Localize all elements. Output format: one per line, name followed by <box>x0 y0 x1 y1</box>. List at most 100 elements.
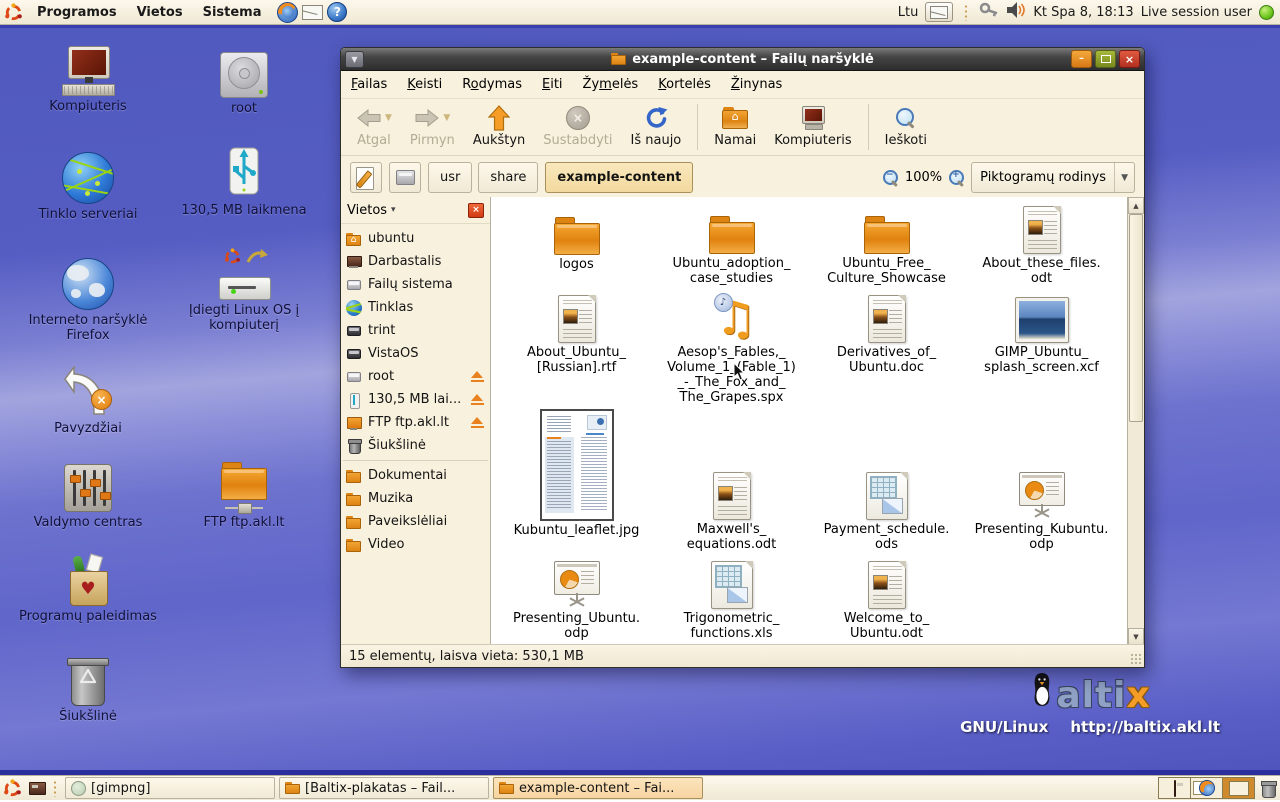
applet-handle[interactable] <box>963 3 969 21</box>
mail-indicator[interactable] <box>925 2 953 22</box>
file-item-welcome-to-ubuntu-odt[interactable]: Welcome_to_Ubuntu.odt <box>809 553 964 645</box>
show-desktop-button[interactable] <box>25 777 49 799</box>
desktop-icon-network-globe[interactable]: Tinklo serveriai <box>18 152 158 222</box>
desktop-icon-control-center[interactable]: Valdymo centras <box>18 460 158 530</box>
desktop-icon-app-bag[interactable]: ♥Programų paleidimas <box>18 554 158 624</box>
taskbar-task[interactable]: [Baltix-plakatas – Fail... <box>279 777 489 799</box>
toolbar-back-button[interactable]: ▼Atgal <box>347 102 401 152</box>
file-item-ubuntu-free-culture-showcase[interactable]: Ubuntu_Free_Culture_Showcase <box>809 197 964 287</box>
chevron-down-icon[interactable]: ▼ <box>443 113 450 123</box>
taskbar-task[interactable]: example-content – Fai... <box>493 777 703 799</box>
file-item-kubuntu-leaflet-jpg[interactable]: Kubuntu_leaflet.jpg <box>499 407 654 553</box>
desktop-icon-ftp-folder[interactable]: FTP ftp.akl.lt <box>174 460 314 530</box>
menu-eiti[interactable]: Eiti <box>542 77 563 92</box>
sidebar-item-vistaos[interactable]: VistaOS <box>341 342 490 365</box>
toolbar-computer-button[interactable]: Kompiuteris <box>765 102 860 152</box>
current-folder-button[interactable]: example-content <box>545 162 693 193</box>
file-item-logos[interactable]: logos <box>499 197 654 287</box>
desktop-icon-trash[interactable]: Šiukšlinė <box>18 654 158 724</box>
menu-rodymas[interactable]: Rodymas <box>462 77 522 92</box>
file-item-about-these-files-odt[interactable]: About_these_files.odt <box>964 197 1119 287</box>
sidebar-header[interactable]: Vietos ▾ × <box>341 197 490 224</box>
toolbar-stop-button[interactable]: ×Sustabdyti <box>534 102 621 152</box>
sidebar-item--iuk-lin-[interactable]: Šiukšlinė <box>341 434 490 457</box>
view-mode-dropdown[interactable]: Piktogramų rodinys ▼ <box>971 162 1135 193</box>
sidebar-item-130-5-mb-lai-[interactable]: 130,5 MB lai... <box>341 388 490 411</box>
menu-žymelės[interactable]: Žymelės <box>583 77 639 92</box>
taskbar-task[interactable]: [gimpng] <box>65 777 275 799</box>
path-button-share[interactable]: share <box>478 162 538 193</box>
sidebar-item-paveiksl-liai[interactable]: Paveikslėliai <box>341 510 490 533</box>
scroll-down-button[interactable]: ▼ <box>1128 628 1144 645</box>
sidebar-item-darbastalis[interactable]: Darbastalis <box>341 250 490 273</box>
resize-grip[interactable] <box>1130 653 1143 666</box>
sidebar-item-ftp-ftp-akl-lt[interactable]: FTP ftp.akl.lt <box>341 411 490 434</box>
desktop-icon-computer[interactable]: Kompiuteris <box>18 44 158 114</box>
sidebar-item-muzika[interactable]: Muzika <box>341 487 490 510</box>
panel-menu-vietos[interactable]: Vietos <box>127 0 193 24</box>
toolbar-home-button[interactable]: ⌂Namai <box>705 102 765 152</box>
eject-button[interactable] <box>470 394 485 405</box>
firefox-launcher-icon[interactable] <box>277 2 298 23</box>
toolbar-forward-button[interactable]: ▼Pirmyn <box>401 102 464 152</box>
menu-žinynas[interactable]: Žinynas <box>731 77 782 92</box>
file-item-payment-schedule-ods[interactable]: Payment_schedule.ods <box>809 407 964 553</box>
file-item-maxwell-s-equations-odt[interactable]: Maxwell's_equations.odt <box>654 407 809 553</box>
sidebar-item-root[interactable]: root <box>341 365 490 388</box>
desktop-icon-harddisk[interactable]: root <box>174 46 314 116</box>
file-item-gimp-ubuntu-splash-screen-xcf[interactable]: GIMP_Ubuntu_splash_screen.xcf <box>964 287 1119 407</box>
toggle-location-entry-button[interactable] <box>350 162 382 193</box>
chevron-down-icon[interactable]: ▼ <box>385 113 392 123</box>
trash-applet-icon[interactable] <box>1260 779 1276 797</box>
window-menu-button[interactable]: ▼ <box>345 51 364 68</box>
file-item-derivatives-of-ubuntu-doc[interactable]: Derivatives_of_Ubuntu.doc <box>809 287 964 407</box>
keyboard-layout-indicator[interactable]: Ltu <box>898 5 919 20</box>
sidebar-item-fail-sistema[interactable]: Failų sistema <box>341 273 490 296</box>
toolbar-search-button[interactable]: Ieškoti <box>876 102 936 152</box>
user-menu[interactable]: Live session user <box>1141 5 1252 20</box>
sidebar-item-trint[interactable]: trint <box>341 319 490 342</box>
applet-handle[interactable] <box>52 779 58 797</box>
mail-launcher-icon[interactable] <box>302 5 323 20</box>
zoom-in-icon[interactable]: + <box>948 169 965 186</box>
file-item-trigonometric-functions-xls[interactable]: Trigonometric_functions.xls <box>654 553 809 645</box>
menu-kortelės[interactable]: Kortelės <box>658 77 711 92</box>
volume-icon[interactable] <box>1006 1 1026 23</box>
sidebar-close-button[interactable]: × <box>468 203 484 218</box>
workspace-2[interactable] <box>1191 778 1223 798</box>
sidebar-item-tinklas[interactable]: Tinklas <box>341 296 490 319</box>
file-item-about-ubuntu-russian-rtf[interactable]: About_Ubuntu_[Russian].rtf <box>499 287 654 407</box>
workspace-1[interactable] <box>1159 778 1191 798</box>
scroll-up-button[interactable]: ▲ <box>1128 197 1144 214</box>
filesystem-root-button[interactable] <box>389 162 421 193</box>
minimize-button[interactable]: – <box>1071 50 1092 68</box>
toolbar-refresh-button[interactable]: Iš naujo <box>622 102 691 152</box>
key-icon[interactable] <box>979 1 999 23</box>
sidebar-item-video[interactable]: Video <box>341 533 490 556</box>
workspace-3-active[interactable] <box>1223 778 1254 798</box>
desktop-icon-examples-link[interactable]: ×Pavyzdžiai <box>18 366 158 436</box>
clock[interactable]: Kt Spa 8, 18:13 <box>1033 5 1133 20</box>
window-titlebar[interactable]: ▼ example-content – Failų naršyklė – × <box>341 48 1144 71</box>
distro-logo-icon[interactable] <box>3 779 22 798</box>
desktop-icon-installer[interactable]: Įdiegti Linux OS į kompiuterį <box>160 248 328 334</box>
zoom-out-icon[interactable]: − <box>882 169 899 186</box>
desktop-icon-web-globe[interactable]: Interneto naršyklė Firefox <box>8 258 168 344</box>
vertical-scrollbar[interactable]: ▲ ▼ <box>1127 197 1144 645</box>
file-item-presenting-ubuntu-odp[interactable]: Presenting_Ubuntu.odp <box>499 553 654 645</box>
presence-status-icon[interactable] <box>1259 5 1274 20</box>
help-launcher-icon[interactable]: ? <box>327 2 347 22</box>
maximize-button[interactable] <box>1095 50 1116 68</box>
scrollbar-thumb[interactable] <box>1129 214 1143 422</box>
eject-button[interactable] <box>470 417 485 428</box>
file-item-presenting-kubuntu-odp[interactable]: Presenting_Kubuntu.odp <box>964 407 1119 553</box>
close-button[interactable]: × <box>1119 50 1140 68</box>
panel-menu-sistema[interactable]: Sistema <box>193 0 272 24</box>
menu-keisti[interactable]: Keisti <box>407 77 442 92</box>
file-item-aesop-s-fables-volume-1-fable-1-the-fox-[interactable]: ♫♪Aesop's_Fables,_Volume_1_(Fable_1)_-_T… <box>654 287 809 407</box>
eject-button[interactable] <box>470 371 485 382</box>
desktop-icon-usb-drive[interactable]: 130,5 MB laikmena <box>160 148 328 218</box>
sidebar-item-ubuntu[interactable]: ⌂ubuntu <box>341 227 490 250</box>
distro-logo-icon[interactable] <box>4 3 23 22</box>
path-button-usr[interactable]: usr <box>428 162 472 193</box>
